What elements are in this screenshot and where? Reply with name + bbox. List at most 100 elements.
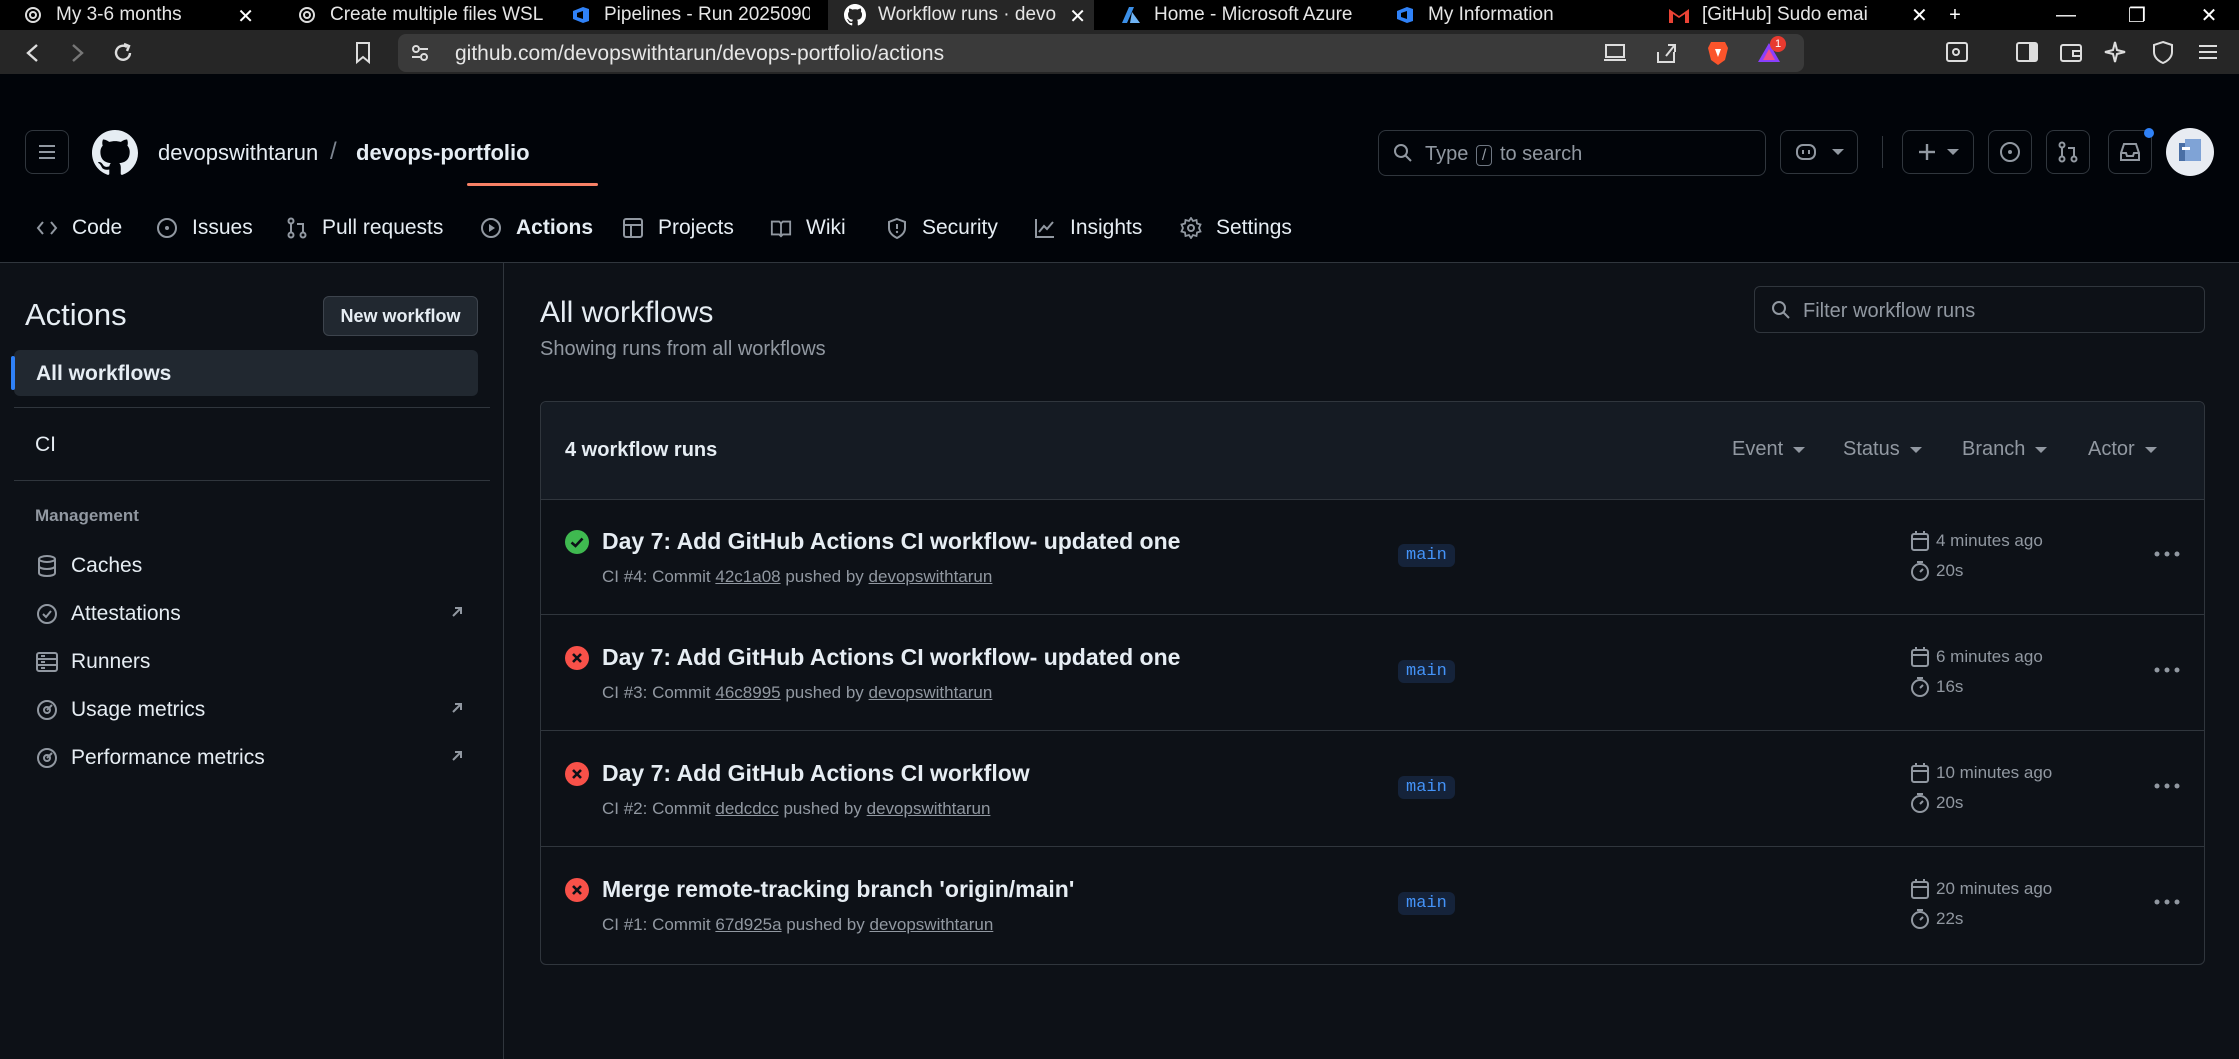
sidebar-toggle-icon[interactable]	[2014, 39, 2040, 65]
global-search-input[interactable]: Type / to search	[1378, 130, 1766, 176]
branch-filter-dropdown[interactable]: Branch	[1962, 438, 2048, 461]
run-title-link[interactable]: Day 7: Add GitHub Actions CI workflow	[602, 760, 1030, 787]
new-tab-button[interactable]: +	[1925, 0, 1985, 30]
wallet-icon[interactable]	[2058, 39, 2084, 65]
sidebar-title: Actions	[25, 297, 127, 332]
commit-link[interactable]: 67d925a	[715, 915, 781, 934]
restore-button[interactable]: ❐	[2107, 0, 2167, 30]
github-logo-icon[interactable]	[92, 130, 138, 176]
kebab-menu-icon[interactable]	[2147, 887, 2187, 917]
back-button[interactable]	[18, 38, 48, 68]
user-link[interactable]: devopswithtarun	[867, 799, 991, 818]
commit-link[interactable]: 42c1a08	[715, 567, 780, 586]
close-icon[interactable]: ✕	[237, 4, 254, 29]
pull-request-icon	[286, 217, 308, 239]
user-link[interactable]: devopswithtarun	[869, 915, 993, 934]
menu-icon[interactable]	[2195, 39, 2221, 65]
chevron-down-icon	[2144, 446, 2157, 453]
workflow-run-row[interactable]: Day 7: Add GitHub Actions CI workflow- u…	[541, 499, 2204, 615]
leo-ai-icon[interactable]	[2102, 39, 2128, 65]
repo-name-link[interactable]: devops-portfolio	[356, 140, 530, 166]
run-title-link[interactable]: Merge remote-tracking branch 'origin/mai…	[602, 876, 1074, 903]
external-link-icon	[449, 604, 465, 620]
pull-requests-button[interactable]	[2046, 130, 2090, 174]
sidebar-item-usage-metrics[interactable]: Usage metrics	[35, 695, 465, 725]
github-icon	[844, 4, 866, 26]
branch-badge[interactable]: main	[1398, 892, 1455, 915]
chatgpt-icon	[22, 4, 44, 26]
sidebar-item-performance-metrics[interactable]: Performance metrics	[35, 743, 465, 773]
tab-actions[interactable]: Actions	[480, 198, 593, 258]
run-title-link[interactable]: Day 7: Add GitHub Actions CI workflow- u…	[602, 644, 1180, 671]
browser-tab[interactable]: Create multiple files WSL	[296, 0, 546, 30]
gmail-icon	[1668, 4, 1690, 26]
branch-badge[interactable]: main	[1398, 776, 1455, 799]
tab-label: Pull requests	[322, 216, 444, 239]
install-app-icon[interactable]	[1604, 43, 1628, 63]
browser-tab[interactable]: My Information	[1394, 0, 1634, 30]
avatar[interactable]	[2166, 128, 2214, 176]
kebab-menu-icon[interactable]	[2147, 539, 2187, 569]
workflow-run-row[interactable]: Merge remote-tracking branch 'origin/mai…	[541, 847, 2204, 963]
sidebar-item-all-workflows[interactable]: All workflows	[11, 350, 478, 396]
sidebar-item-label: Usage metrics	[71, 698, 206, 721]
share-icon[interactable]	[1654, 42, 1678, 64]
workflow-run-row[interactable]: Day 7: Add GitHub Actions CI workflow CI…	[541, 731, 2204, 847]
forward-button[interactable]	[62, 38, 92, 68]
dropdown-label: Branch	[1962, 438, 2026, 460]
new-workflow-button[interactable]: New workflow	[323, 296, 478, 336]
create-new-button[interactable]	[1902, 130, 1974, 174]
tab-settings[interactable]: Settings	[1180, 198, 1292, 258]
azure-devops-icon	[570, 4, 592, 26]
issues-button[interactable]	[1988, 130, 2032, 174]
brave-shields-icon[interactable]	[1706, 40, 1730, 66]
actor-filter-dropdown[interactable]: Actor	[2088, 438, 2157, 461]
run-duration: 20s	[1910, 560, 1963, 582]
address-bar[interactable]: github.com/devopswithtarun/devops-portfo…	[398, 34, 1804, 72]
branch-badge[interactable]: main	[1398, 660, 1455, 683]
user-link[interactable]: devopswithtarun	[869, 567, 993, 586]
workflow-run-row[interactable]: Day 7: Add GitHub Actions CI workflow- u…	[541, 615, 2204, 731]
minimize-button[interactable]: —	[2036, 0, 2096, 30]
status-filter-dropdown[interactable]: Status	[1843, 438, 1922, 461]
site-settings-icon[interactable]	[410, 43, 430, 63]
browser-tab[interactable]: Pipelines - Run 20250901	[570, 0, 810, 30]
browser-tab-active[interactable]: Workflow runs · devo ✕	[828, 0, 1094, 30]
user-link[interactable]: devopswithtarun	[869, 683, 993, 702]
vpn-icon[interactable]	[2150, 39, 2176, 65]
close-icon[interactable]: ✕	[1069, 4, 1086, 29]
kebab-menu-icon[interactable]	[2147, 655, 2187, 685]
browser-tab[interactable]: My 3-6 months ✕	[22, 0, 262, 30]
tab-issues[interactable]: Issues	[156, 198, 253, 258]
sidebar-item-caches[interactable]: Caches	[35, 551, 465, 581]
run-title-link[interactable]: Day 7: Add GitHub Actions CI workflow- u…	[602, 528, 1180, 555]
header-divider	[1882, 136, 1883, 168]
sidebar-item-attestations[interactable]: Attestations	[35, 599, 465, 629]
close-window-button[interactable]: ✕	[2179, 0, 2239, 30]
commit-link[interactable]: 46c8995	[715, 683, 780, 702]
tab-code[interactable]: Code	[36, 198, 122, 258]
commit-link[interactable]: dedcdcc	[715, 799, 778, 818]
tab-projects[interactable]: Projects	[622, 198, 734, 258]
tab-security[interactable]: Security	[886, 198, 998, 258]
run-time: 10 minutes ago	[1910, 762, 2052, 784]
event-filter-dropdown[interactable]: Event	[1732, 438, 1806, 461]
filter-workflow-runs-input[interactable]: Filter workflow runs	[1754, 286, 2205, 333]
repo-owner-link[interactable]: devopswithtarun	[158, 140, 318, 166]
reader-mode-icon[interactable]	[1944, 39, 1970, 65]
sidebar-item-runners[interactable]: Runners	[35, 647, 465, 677]
browser-tab[interactable]: [GitHub] Sudo email verif	[1668, 0, 1868, 30]
hamburger-menu-button[interactable]	[25, 130, 69, 174]
bookmark-icon[interactable]	[348, 38, 378, 68]
github-header: devopswithtarun / devops-portfolio Type …	[0, 74, 2239, 263]
tab-pull-requests[interactable]: Pull requests	[286, 198, 443, 258]
run-meta: CI #2: Commit dedcdcc pushed by devopswi…	[602, 799, 991, 818]
reload-button[interactable]	[108, 38, 138, 68]
copilot-button[interactable]	[1780, 130, 1858, 174]
browser-tab[interactable]: Home - Microsoft Azure	[1120, 0, 1370, 30]
kebab-menu-icon[interactable]	[2147, 771, 2187, 801]
tab-insights[interactable]: Insights	[1034, 198, 1142, 258]
sidebar-item-ci[interactable]: CI	[35, 433, 56, 457]
tab-wiki[interactable]: Wiki	[770, 198, 846, 258]
branch-badge[interactable]: main	[1398, 544, 1455, 567]
